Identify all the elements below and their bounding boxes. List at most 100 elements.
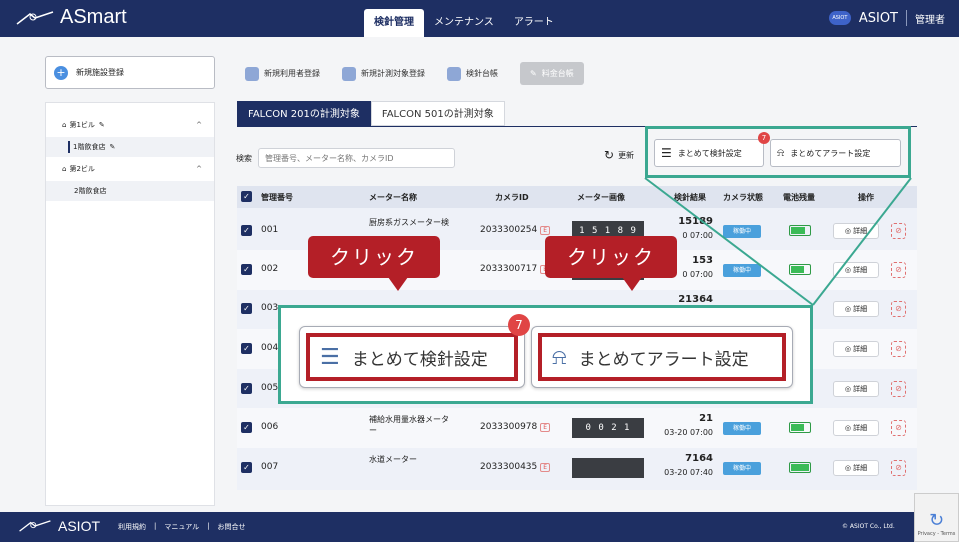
callout-pointer — [622, 277, 642, 291]
row-checkbox[interactable]: ✓ — [241, 462, 252, 473]
facility-tree-panel: ⌂ 第1ビル ✎ ^ 1階飲食店 ✎ ⌂ 第2ビル ^ 2階飲食店 — [45, 102, 215, 506]
new-target-button[interactable]: 新規計測対象登録 — [342, 66, 425, 81]
col-id[interactable]: 管理番号 — [261, 192, 293, 203]
collapse-icon[interactable]: ^ — [196, 121, 202, 129]
new-user-button[interactable]: 新規利用者登録 — [245, 66, 320, 81]
new-facility-label: 新規施設登録 — [76, 68, 124, 77]
detail-button[interactable]: ◎ 詳細 — [833, 223, 879, 239]
camera-status-badge: 稼働中 — [723, 264, 761, 277]
edit-tag[interactable]: E — [540, 463, 551, 472]
logo-mark-icon — [19, 520, 51, 532]
detail-button[interactable]: ◎ 詳細 — [833, 262, 879, 278]
fee-ledger-label: 料金台帳 — [541, 69, 574, 78]
row-checkbox[interactable]: ✓ — [241, 343, 252, 354]
nav-tab-meter-reading[interactable]: 検針管理 — [364, 9, 424, 37]
unlink-icon[interactable]: ⊘ — [891, 420, 906, 436]
camera-id-text: 2033300435 — [480, 462, 538, 472]
nav-tab-maintenance[interactable]: メンテナンス — [424, 9, 504, 37]
alarm-icon: ⍾ — [552, 344, 567, 370]
meter-image[interactable] — [572, 458, 644, 478]
table-header: ✓ 管理番号 メーター名称 カメラID メーター画像 検針結果 カメラ状態 電池… — [237, 186, 917, 208]
tree-item-building-2[interactable]: ⌂ 第2ビル ^ — [46, 159, 214, 179]
row-checkbox[interactable]: ✓ — [241, 225, 252, 236]
zoom-alert-settings-button[interactable]: ⍾ まとめてアラート設定 — [531, 326, 793, 388]
target-add-icon — [342, 66, 356, 81]
tab-falcon-201[interactable]: FALCON 201の計測対象 — [237, 101, 371, 126]
row-meter-name: 厨房系ガスメーター検 — [369, 218, 449, 227]
col-meter-name[interactable]: メーター名称 — [369, 192, 417, 203]
tree-item-floor-2-restaurant[interactable]: 2階飲食店 — [46, 181, 214, 201]
edit-icon[interactable]: ✎ — [109, 143, 115, 151]
unlink-icon[interactable]: ⊘ — [891, 460, 906, 476]
battery-icon — [789, 462, 811, 473]
notification-badge: 7 — [758, 132, 770, 144]
row-checkbox[interactable]: ✓ — [241, 383, 252, 394]
fee-ledger-button[interactable]: ✎ 料金台帳 — [520, 62, 584, 85]
recaptcha-badge[interactable]: ↻ Privacy - Terms — [914, 493, 959, 542]
main-nav: 検針管理 メンテナンス アラート — [364, 9, 564, 37]
col-camera-id[interactable]: カメラID — [495, 192, 529, 203]
unlink-icon[interactable]: ⊘ — [891, 223, 906, 239]
detail-button[interactable]: ◎ 詳細 — [833, 420, 879, 436]
tree-item-floor-1-restaurant[interactable]: 1階飲食店 ✎ — [46, 137, 214, 157]
app-logo[interactable]: ASmart — [16, 6, 127, 29]
unlink-icon[interactable]: ⊘ — [891, 381, 906, 397]
meter-image[interactable]: 0 0 2 1 — [572, 418, 644, 438]
row-id: 005 — [261, 383, 279, 393]
click-callout-right: クリック — [545, 236, 677, 278]
detail-label: 詳細 — [853, 464, 868, 472]
edit-tag[interactable]: E — [540, 226, 551, 235]
col-camera-status: カメラ状態 — [723, 193, 763, 202]
header-user-area: ASIOT ASIOT 管理者 — [828, 10, 945, 26]
row-checkbox[interactable]: ✓ — [241, 422, 252, 433]
unlink-icon[interactable]: ⊘ — [891, 341, 906, 357]
row-reading-time: 0 07:00 — [682, 231, 713, 240]
row-meter-name: 補給水用量水器メータ ー — [369, 415, 449, 435]
battery-icon — [789, 264, 811, 275]
detail-label: 詳細 — [853, 385, 868, 393]
row-id: 006 — [261, 422, 279, 432]
detail-button[interactable]: ◎ 詳細 — [833, 341, 879, 357]
nav-tab-alerts[interactable]: アラート — [504, 9, 564, 37]
footer-link-contact[interactable]: お問合せ — [218, 522, 246, 532]
col-meter-image: メーター画像 — [577, 193, 625, 202]
row-checkbox[interactable]: ✓ — [241, 264, 252, 275]
row-checkbox[interactable]: ✓ — [241, 303, 252, 314]
select-all-checkbox[interactable]: ✓ — [241, 191, 252, 202]
detail-button[interactable]: ◎ 詳細 — [833, 301, 879, 317]
header-divider — [906, 10, 907, 26]
detail-button[interactable]: ◎ 詳細 — [833, 460, 879, 476]
zoom-meter-settings-button[interactable]: ☰ まとめて検針設定 — [299, 326, 525, 388]
detail-label: 詳細 — [853, 305, 868, 313]
bulk-meter-settings-button[interactable]: ☰ まとめて検針設定 — [654, 139, 764, 167]
tab-falcon-501[interactable]: FALCON 501の計測対象 — [370, 101, 505, 126]
search-input[interactable] — [258, 148, 455, 168]
camera-id-text: 2033300717 — [480, 264, 538, 274]
building-icon: ⌂ — [62, 165, 67, 173]
row-meter-name: 水道メーター — [369, 455, 417, 464]
detail-label: 詳細 — [853, 227, 868, 235]
edit-tag[interactable]: E — [540, 423, 551, 432]
new-facility-button[interactable]: + 新規施設登録 — [45, 56, 215, 89]
table-row[interactable]: ✓ 006 補給水用量水器メータ ー 2033300978 E 0 0 2 1 21 03-2… — [237, 408, 917, 448]
new-user-label: 新規利用者登録 — [264, 69, 320, 78]
table-row[interactable]: ✓ 007 水道メーター 2033300435 E 7164 03-20 07:40 稼働中 ◎… — [237, 448, 917, 488]
logo-mark-icon — [16, 10, 54, 25]
edit-icon[interactable]: ✎ — [99, 121, 105, 129]
row-reading-time: 0 07:00 — [682, 270, 713, 279]
collapse-icon[interactable]: ^ — [196, 165, 202, 173]
meter-ledger-button[interactable]: 検針台帳 — [447, 66, 498, 81]
footer-link-manual[interactable]: マニュアル — [164, 522, 199, 532]
unlink-icon[interactable]: ⊘ — [891, 301, 906, 317]
recaptcha-icon: ↻ — [928, 510, 945, 531]
refresh-button[interactable]: ↻ 更新 — [604, 148, 634, 162]
camera-status-badge: 稼働中 — [723, 422, 761, 435]
user-role[interactable]: 管理者 — [915, 11, 945, 26]
detail-button[interactable]: ◎ 詳細 — [833, 381, 879, 397]
bulk-alert-settings-button[interactable]: ⍾ まとめてアラート設定 — [770, 139, 901, 167]
unlink-icon[interactable]: ⊘ — [891, 262, 906, 278]
click-highlight: ⍾ まとめてアラート設定 — [538, 333, 786, 381]
tree-item-building-1[interactable]: ⌂ 第1ビル ✎ ^ — [46, 115, 214, 135]
footer-logo: ASIOT — [18, 518, 100, 534]
footer-link-terms[interactable]: 利用規約 — [118, 522, 146, 532]
